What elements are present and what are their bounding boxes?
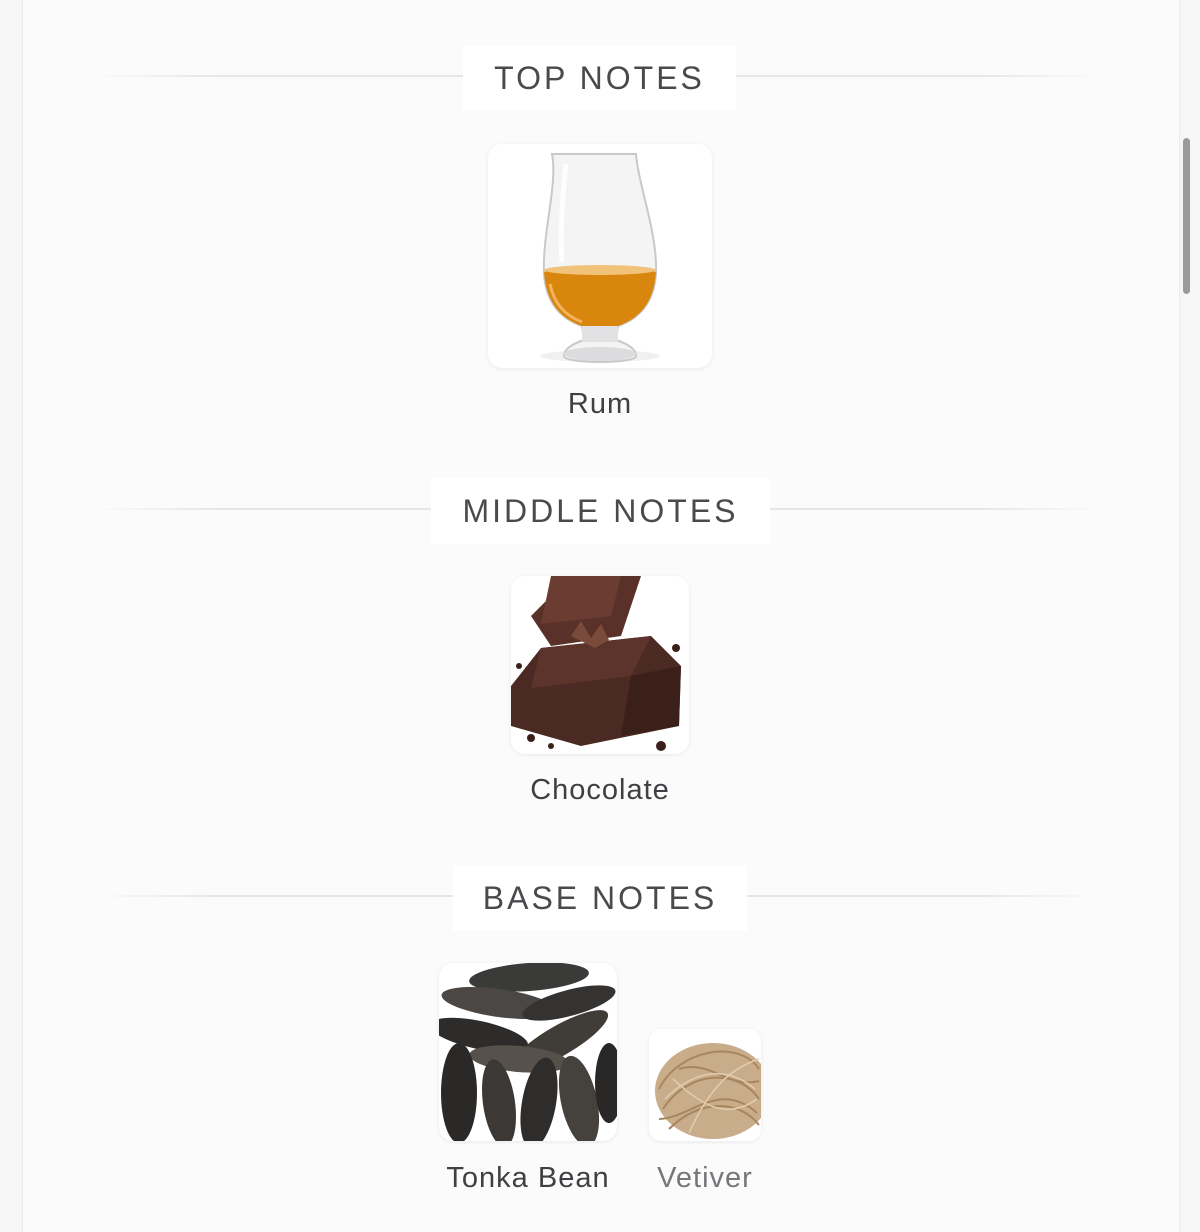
tonka-bean-icon [439,963,617,1141]
rum-note-label: Rum [567,388,633,420]
vetiver-icon [649,1029,761,1141]
base-notes-title: BASE NOTES [453,865,747,931]
tonka-bean-note-label: Tonka Bean [446,1162,610,1194]
tonka-bean-note-card[interactable] [439,963,617,1141]
rum-note-card[interactable] [488,144,712,368]
chocolate-icon [511,576,689,754]
rum-glass-icon [488,144,712,368]
chocolate-note-label: Chocolate [530,774,670,806]
vetiver-note-card[interactable] [649,1029,761,1141]
scrollbar-thumb[interactable] [1183,138,1190,294]
chocolate-note-card[interactable] [511,576,689,754]
middle-notes-title: MIDDLE NOTES [431,478,770,544]
vetiver-note-label: Vetiver [657,1162,753,1194]
top-notes-title: TOP NOTES [463,45,736,111]
